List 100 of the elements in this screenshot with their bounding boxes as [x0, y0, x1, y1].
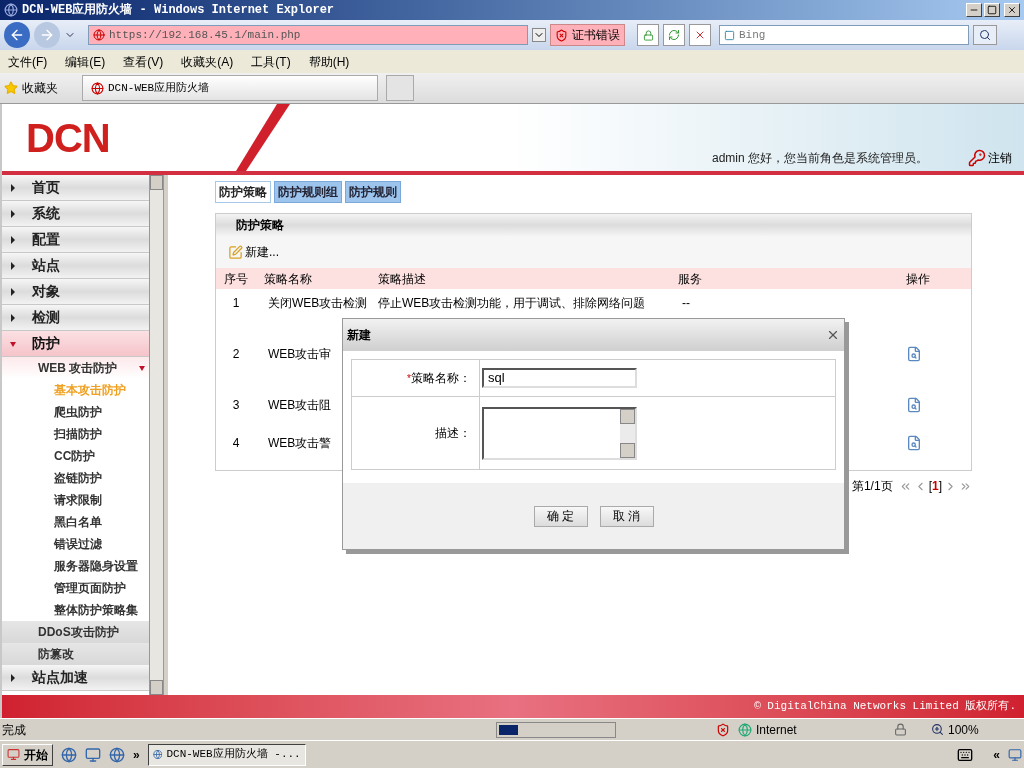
column-header: 服务 — [677, 270, 703, 288]
tab[interactable]: 防护策略 — [215, 181, 271, 203]
page-info: 第1/1页 — [851, 478, 893, 495]
menu-item[interactable]: 工具(T) — [251, 52, 291, 71]
globe-icon — [738, 722, 752, 737]
caret-icon — [10, 287, 16, 296]
key-icon — [968, 149, 986, 167]
browser-tab[interactable]: DCN-WEB应用防火墙 — [82, 75, 378, 101]
minimize-button[interactable] — [966, 3, 982, 17]
sidebar-link[interactable]: 服务器隐身设置 — [2, 555, 149, 577]
close-button[interactable] — [1004, 3, 1020, 17]
sidebar-subitem[interactable]: DDoS攻击防护 — [2, 621, 149, 643]
caret-icon — [10, 339, 16, 348]
search-field[interactable]: Bing — [719, 25, 969, 45]
stop-icon — [694, 29, 706, 41]
back-button[interactable] — [4, 22, 30, 48]
logo: DCN — [26, 114, 110, 162]
quick-launch-icon[interactable] — [61, 746, 77, 763]
sidebar-item[interactable]: 首页 — [2, 175, 149, 201]
sidebar-link[interactable]: 请求限制 — [2, 489, 149, 511]
sidebar-item[interactable]: 防护 — [2, 331, 149, 357]
column-header: 策略名称 — [263, 270, 313, 288]
view-icon[interactable] — [906, 435, 922, 451]
current-page[interactable]: [1] — [928, 477, 942, 495]
cancel-button[interactable]: 取 消 — [599, 505, 654, 527]
copyright-text: © DigitalChina Networks Limited 版权所有. — [754, 699, 1016, 715]
zoom-icon — [931, 723, 944, 736]
close-icon[interactable] — [826, 328, 840, 342]
sidebar-scrollbar[interactable] — [149, 175, 164, 695]
taskbar-task[interactable]: DCN-WEB应用防火墙 -... — [147, 743, 306, 766]
more-icons[interactable]: » — [133, 745, 140, 764]
quick-launch-icon[interactable] — [85, 746, 101, 763]
search-provider-icon — [724, 29, 735, 41]
table-cell-text: WEB攻击审 — [267, 346, 333, 363]
start-button[interactable]: 开始 — [2, 743, 53, 766]
view-icon[interactable] — [906, 346, 922, 362]
compatibility-button[interactable] — [637, 24, 659, 46]
quick-launch-icon[interactable] — [109, 746, 125, 763]
browser-icon — [4, 3, 18, 17]
sidebar-link[interactable]: 整体防护策略集 — [2, 599, 149, 621]
table-cell-text: WEB攻击阻 — [267, 397, 333, 414]
logout-link[interactable]: 注销 — [968, 149, 1012, 167]
caret-icon — [10, 209, 16, 218]
tray-expand[interactable]: « — [993, 745, 1000, 764]
field-label: 描述： — [435, 425, 471, 442]
caret-icon — [10, 673, 16, 682]
tab[interactable]: 防护规则 — [345, 181, 401, 203]
new-button[interactable]: 新建... — [228, 243, 279, 261]
sidebar-item[interactable]: 检测 — [2, 305, 149, 331]
menu-item[interactable]: 编辑(E) — [65, 52, 106, 71]
menu-item[interactable]: 收藏夹(A) — [181, 52, 234, 71]
keyboard-icon[interactable] — [957, 746, 974, 763]
input-field[interactable]: sql — [482, 368, 637, 388]
status-text: 完成 — [1, 721, 27, 739]
column-header: 序号 — [223, 270, 249, 288]
sidebar-item[interactable]: 站点加速 — [2, 665, 149, 691]
sidebar-link[interactable]: CC防护 — [2, 445, 149, 467]
table-cell-text: 4 — [231, 435, 241, 452]
favorites-button[interactable]: 收藏夹 — [4, 79, 58, 97]
textarea-field[interactable] — [482, 406, 637, 460]
menu-item[interactable]: 查看(V) — [123, 52, 164, 71]
sidebar-subitem[interactable]: WEB 攻击防护 — [2, 357, 149, 379]
menu-item[interactable]: 文件(F) — [8, 52, 48, 71]
table-cell: -- — [682, 296, 690, 310]
table-cell-text: 关闭WEB攻击检测 — [267, 295, 369, 312]
blocked-icon — [716, 722, 730, 737]
sidebar-link[interactable]: 黑白名单 — [2, 511, 149, 533]
address-dropdown-icon[interactable] — [532, 28, 546, 42]
stop-button[interactable] — [689, 24, 711, 46]
table-cell: 停止WEB攻击检测功能，用于调试、排除网络问题 — [378, 296, 646, 310]
sidebar-link[interactable]: 错误过滤 — [2, 533, 149, 555]
tab[interactable]: 防护规则组 — [274, 181, 342, 203]
field-label: 策略名称： — [411, 370, 471, 387]
dialog-title: 新建 — [347, 327, 371, 344]
security-zone: Internet — [738, 720, 878, 739]
sidebar-item[interactable]: 系统 — [2, 201, 149, 227]
column-header: 操作 — [905, 270, 931, 288]
column-header: 策略描述 — [377, 270, 427, 288]
sidebar-item[interactable]: 站点 — [2, 253, 149, 279]
menu-item[interactable]: 帮助(H) — [308, 52, 350, 71]
sidebar-link[interactable]: 盗链防护 — [2, 467, 149, 489]
search-button[interactable] — [973, 25, 997, 45]
refresh-button[interactable] — [663, 24, 685, 46]
caret-icon — [10, 183, 16, 192]
caret-icon — [139, 364, 145, 372]
panel-title: 防护策略 — [236, 217, 284, 234]
zoom-level[interactable]: 100% — [931, 720, 979, 739]
sidebar-item[interactable]: 配置 — [2, 227, 149, 253]
page-icon — [93, 29, 105, 41]
certificate-error-button[interactable]: 证书错误 — [550, 24, 625, 46]
view-icon[interactable] — [906, 397, 922, 413]
table-cell-text: WEB攻击警 — [267, 435, 333, 452]
sidebar-link[interactable]: 扫描防护 — [2, 423, 149, 445]
address-field[interactable]: https://192.168.45.1/main.php — [88, 25, 528, 45]
confirm-button[interactable]: 确 定 — [533, 505, 588, 527]
sidebar-item[interactable]: 对象 — [2, 279, 149, 305]
sidebar-link[interactable]: 管理页面防护 — [2, 577, 149, 599]
maximize-button[interactable] — [984, 3, 1000, 17]
sidebar-link[interactable]: 爬虫防护 — [2, 401, 149, 423]
sidebar-subitem[interactable]: 防篡改 — [2, 643, 149, 665]
